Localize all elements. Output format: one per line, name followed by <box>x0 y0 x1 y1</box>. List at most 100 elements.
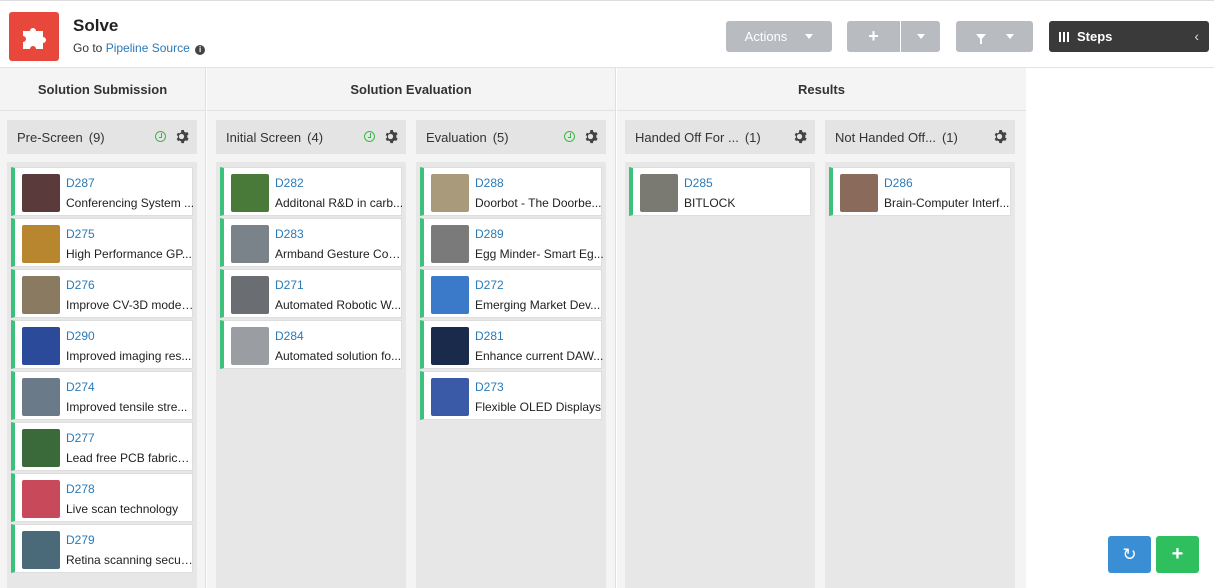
refresh-icon: ↻ <box>1122 544 1137 564</box>
card-title: Armband Gesture Con... <box>275 247 405 261</box>
group-header: Results <box>617 68 1026 111</box>
card-title: Additonal R&D in carb... <box>275 196 404 210</box>
gear-icon[interactable] <box>792 129 807 144</box>
filter-button[interactable] <box>956 21 1033 52</box>
group-header: Solution Submission <box>0 68 205 111</box>
gear-icon[interactable] <box>383 129 398 144</box>
add-options-button[interactable] <box>901 21 940 52</box>
card-title: BITLOCK <box>684 196 736 210</box>
group-header: Solution Evaluation <box>207 68 615 111</box>
chevron-down-icon <box>1005 34 1014 39</box>
card[interactable]: D289 Egg Minder- Smart Eg... <box>420 218 604 267</box>
app-root: Solve Go to Pipeline Source i Actions + … <box>0 0 1214 588</box>
card-id-link[interactable]: D286 <box>884 176 913 190</box>
card-title: Lead free PCB fabricat... <box>66 451 196 465</box>
add-button[interactable]: + <box>847 21 900 52</box>
card[interactable]: D272 Emerging Market Dev... <box>420 269 602 318</box>
card-thumbnail <box>431 174 469 212</box>
card[interactable]: D277 Lead free PCB fabricat... <box>11 422 196 471</box>
card-title: Automated Robotic W... <box>275 298 402 312</box>
card-thumbnail <box>22 429 60 467</box>
page-header: Solve Go to Pipeline Source i Actions + … <box>0 0 1214 68</box>
steps-panel-toggle[interactable]: Steps ‹ <box>1049 21 1209 52</box>
card[interactable]: D287 Conferencing System ... <box>11 167 195 216</box>
card-thumbnail <box>22 174 60 212</box>
steps-label: Steps <box>1077 29 1113 44</box>
card-id-link[interactable]: D285 <box>684 176 713 190</box>
card-title: Brain-Computer Interf... <box>884 196 1010 210</box>
card[interactable]: D281 Enhance current DAW... <box>420 320 604 369</box>
card-id-link[interactable]: D271 <box>275 278 304 292</box>
card-title: Flexible OLED Displays <box>475 400 602 414</box>
puzzle-icon <box>9 12 59 61</box>
column-body: D286 Brain-Computer Interf... <box>825 162 1015 588</box>
card-id-link[interactable]: D281 <box>475 329 504 343</box>
check-circle-icon <box>364 131 375 142</box>
card-id-link[interactable]: D279 <box>66 533 95 547</box>
card[interactable]: D278 Live scan technology <box>11 473 193 522</box>
card[interactable]: D283 Armband Gesture Con... <box>220 218 405 267</box>
card-id-link[interactable]: D288 <box>475 176 504 190</box>
card[interactable]: D271 Automated Robotic W... <box>220 269 402 318</box>
card-thumbnail <box>22 327 60 365</box>
card[interactable]: D275 High Performance GP... <box>11 218 193 267</box>
card-id-link[interactable]: D284 <box>275 329 304 343</box>
column-1: Initial Screen (4) D282 Additonal R&D in ca… <box>216 120 406 588</box>
card-title: Enhance current DAW... <box>475 349 604 363</box>
card-thumbnail <box>231 276 269 314</box>
card-thumbnail <box>431 225 469 263</box>
info-icon[interactable]: i <box>195 45 206 55</box>
card[interactable]: D285 BITLOCK <box>629 167 811 216</box>
card[interactable]: D286 Brain-Computer Interf... <box>829 167 1011 216</box>
refresh-button[interactable]: ↻ <box>1108 536 1151 573</box>
card[interactable]: D273 Flexible OLED Displays <box>420 371 602 420</box>
card-id-link[interactable]: D273 <box>475 380 504 394</box>
card-id-link[interactable]: D274 <box>66 380 95 394</box>
check-circle-icon <box>155 131 166 142</box>
gear-icon[interactable] <box>992 129 1007 144</box>
chevron-left-icon: ‹ <box>1194 28 1199 44</box>
card-thumbnail <box>840 174 878 212</box>
card[interactable]: D282 Additonal R&D in carb... <box>220 167 404 216</box>
column-body: D285 BITLOCK <box>625 162 815 588</box>
goto-line: Go to Pipeline Source i <box>73 41 206 55</box>
column-title: Evaluation <box>426 129 487 145</box>
card-id-link[interactable]: D272 <box>475 278 504 292</box>
card-id-link[interactable]: D278 <box>66 482 95 496</box>
kanban-board: Solution Submission Solution Evaluation … <box>0 68 1026 588</box>
card[interactable]: D276 Improve CV-3D modeli... <box>11 269 196 318</box>
column-count: (9) <box>88 129 105 145</box>
card-thumbnail <box>231 225 269 263</box>
card-title: Conferencing System ... <box>66 196 195 210</box>
card-id-link[interactable]: D287 <box>66 176 95 190</box>
column-header: Pre-Screen (9) <box>7 120 197 154</box>
card-id-link[interactable]: D282 <box>275 176 304 190</box>
page-title: Solve <box>73 16 119 35</box>
card-thumbnail <box>640 174 678 212</box>
card-id-link[interactable]: D283 <box>275 227 304 241</box>
card[interactable]: D284 Automated solution fo... <box>220 320 402 369</box>
column-title: Not Handed Off... <box>835 129 936 145</box>
add-card-button[interactable]: + <box>1156 536 1199 573</box>
card[interactable]: D288 Doorbot - The Doorbe... <box>420 167 602 216</box>
card[interactable]: D290 Improved imaging res... <box>11 320 193 369</box>
card-id-link[interactable]: D289 <box>475 227 504 241</box>
card-id-link[interactable]: D290 <box>66 329 95 343</box>
card[interactable]: D274 Improved tensile stre... <box>11 371 193 420</box>
actions-label: Actions <box>744 29 788 44</box>
gear-icon[interactable] <box>174 129 189 144</box>
card-id-link[interactable]: D276 <box>66 278 95 292</box>
card[interactable]: D279 Retina scanning security <box>11 524 196 573</box>
column-body: D282 Additonal R&D in carb... D283 Armband … <box>216 162 406 588</box>
actions-dropdown-button[interactable]: Actions <box>726 21 832 52</box>
column-count: (1) <box>941 129 958 145</box>
column-0: Pre-Screen (9) D287 Conferencing System ...… <box>7 120 197 588</box>
card-id-link[interactable]: D277 <box>66 431 95 445</box>
pipeline-source-link[interactable]: Pipeline Source <box>106 41 190 55</box>
card-thumbnail <box>22 276 60 314</box>
column-3: Handed Off For ... (1) D285 BITLOCK <box>625 120 815 588</box>
card-id-link[interactable]: D275 <box>66 227 95 241</box>
card-title: Retina scanning security <box>66 553 196 567</box>
gear-icon[interactable] <box>583 129 598 144</box>
column-count: (4) <box>307 129 324 145</box>
